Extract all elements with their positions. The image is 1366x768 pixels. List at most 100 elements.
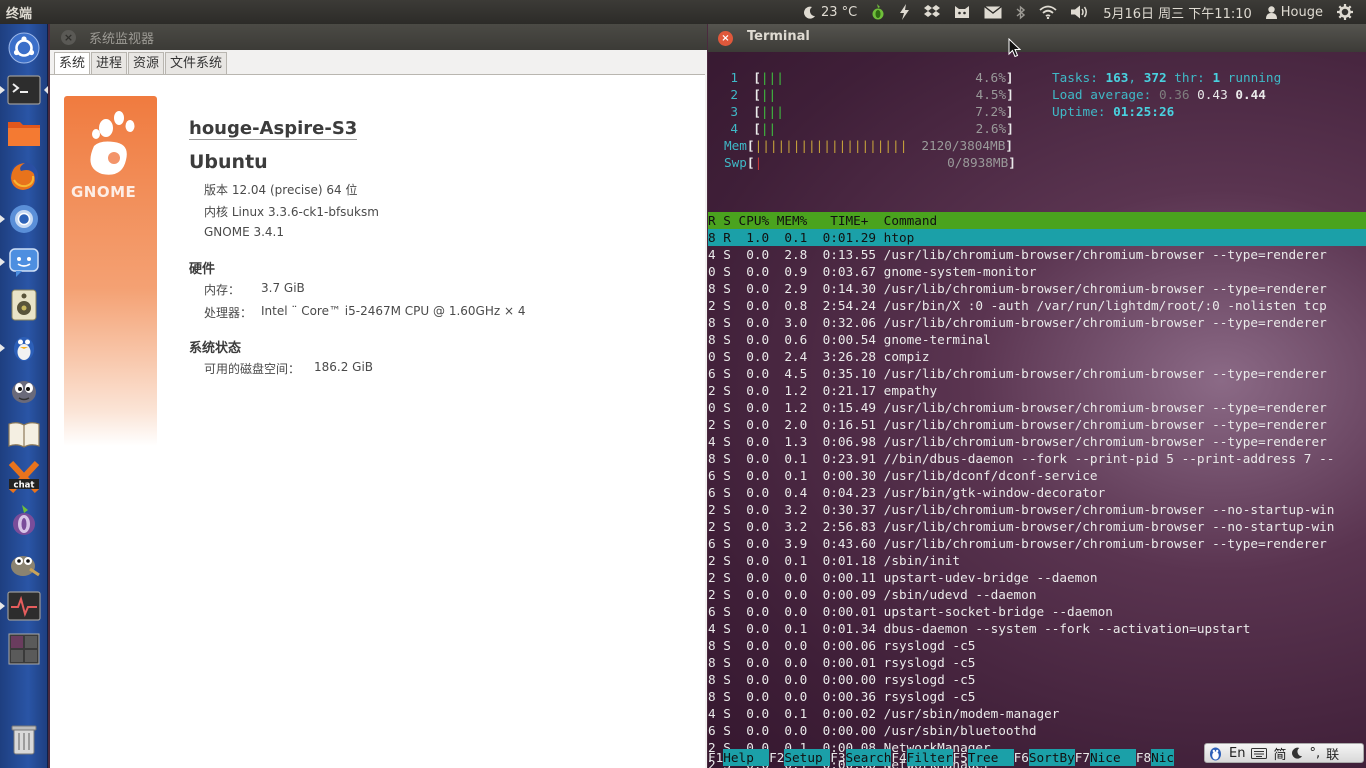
launcher-firefox[interactable] xyxy=(5,157,43,195)
launcher-pidgin[interactable] xyxy=(5,372,43,410)
cat-indicator[interactable] xyxy=(947,0,977,24)
launcher-rhythmbox[interactable] xyxy=(5,286,43,324)
launcher-system-monitor[interactable] xyxy=(5,587,43,625)
launcher-tor[interactable] xyxy=(5,501,43,539)
fkey-4[interactable]: F4 xyxy=(891,750,906,765)
ime-toolbar[interactable]: En 简 °, 联 xyxy=(1204,743,1364,763)
fkey-label[interactable]: Filter xyxy=(906,749,953,766)
table-row[interactable]: 6 S 0.0 4.5 0:35.10 /usr/lib/chromium-br… xyxy=(708,365,1366,382)
launcher-files[interactable] xyxy=(5,114,43,152)
launcher-terminal[interactable] xyxy=(5,71,43,109)
table-row[interactable]: 2 S 0.0 0.8 2:54.24 /usr/bin/X :0 -auth … xyxy=(708,297,1366,314)
weather-indicator[interactable]: 23 °C xyxy=(797,0,864,24)
ime-extra[interactable]: 联 xyxy=(1326,744,1339,763)
tab-resources[interactable]: 资源 xyxy=(128,52,165,74)
tab-processes[interactable]: 进程 xyxy=(91,52,128,74)
launcher-chromium[interactable] xyxy=(5,200,43,238)
launcher-trash[interactable] xyxy=(5,720,43,758)
dropbox-indicator[interactable] xyxy=(917,0,947,24)
table-row[interactable]: 8 S 0.0 0.0 0:00.06 rsyslogd -c5 xyxy=(708,637,1366,654)
gimp-icon xyxy=(11,556,40,577)
table-row[interactable]: 4 S 0.0 0.1 0:00.02 /usr/sbin/modem-mana… xyxy=(708,705,1366,722)
onion-icon xyxy=(872,4,884,20)
uptime-label: Uptime: xyxy=(1052,104,1114,119)
power-indicator[interactable] xyxy=(892,0,917,24)
fkey-3[interactable]: F3 xyxy=(830,750,845,765)
fkey-7[interactable]: F7 xyxy=(1075,750,1090,765)
sysmon-titlebar[interactable]: × 系统监视器 xyxy=(50,24,707,50)
mail-indicator[interactable] xyxy=(977,0,1009,24)
table-row[interactable]: 6 S 0.0 3.9 0:43.60 /usr/lib/chromium-br… xyxy=(708,535,1366,552)
table-row[interactable]: 2 S 0.0 3.2 0:30.37 /usr/lib/chromium-br… xyxy=(708,501,1366,518)
launcher-empathy[interactable] xyxy=(5,243,43,281)
fkey-label[interactable]: Search xyxy=(845,749,892,766)
sysmon-tabs: 系统 进程 资源 文件系统 xyxy=(54,52,228,74)
tab-filesystems[interactable]: 文件系统 xyxy=(165,52,228,74)
close-icon[interactable]: × xyxy=(718,31,733,46)
fkey-2[interactable]: F2 xyxy=(769,750,784,765)
table-row[interactable]: 8 S 0.0 0.0 0:00.01 rsyslogd -c5 xyxy=(708,654,1366,671)
indicator-area: 23 °C 5月16日 周三 下午11:10 Houge xyxy=(797,0,1360,24)
fkey-label[interactable]: SortBy xyxy=(1028,749,1075,766)
table-row[interactable]: 0 S 0.0 1.2 0:15.49 /usr/lib/chromium-br… xyxy=(708,399,1366,416)
table-row[interactable]: 8 S 0.0 3.0 0:32.06 /usr/lib/chromium-br… xyxy=(708,314,1366,331)
launcher-qq[interactable] xyxy=(5,329,43,367)
ime-language[interactable]: En xyxy=(1229,746,1245,761)
htop-view[interactable]: 1 [||| 4.6%] 2 [|| 4.5%] 3 [||| 7.2%] 4 [||… xyxy=(708,52,1366,768)
fkey-8[interactable]: F8 xyxy=(1136,750,1151,765)
fkey-label[interactable]: Setup xyxy=(784,749,831,766)
app-title[interactable]: 终端 xyxy=(6,3,32,22)
clock-indicator[interactable]: 5月16日 周三 下午11:10 xyxy=(1096,0,1259,24)
process-table-header[interactable]: R S CPU% MEM% TIME+ Command xyxy=(708,212,1366,229)
table-row[interactable]: 2 S 0.0 0.1 0:01.18 /sbin/init xyxy=(708,552,1366,569)
fkey-5[interactable]: F5 xyxy=(953,750,968,765)
table-row[interactable]: 0 S 0.0 0.9 0:03.67 gnome-system-monitor xyxy=(708,263,1366,280)
terminal-titlebar[interactable]: × Terminal xyxy=(708,24,1366,52)
hostname[interactable]: houge-Aspire-S3 xyxy=(189,118,358,140)
launcher-dictionary[interactable] xyxy=(5,415,43,453)
pidgin-icon xyxy=(12,381,36,403)
table-row[interactable]: 0 S 0.0 2.4 3:26.28 compiz xyxy=(708,348,1366,365)
ime-punctuation[interactable]: °, xyxy=(1309,746,1320,761)
table-row[interactable]: 8 S 0.0 0.0 0:00.36 rsyslogd -c5 xyxy=(708,688,1366,705)
fkey-1[interactable]: F1 xyxy=(708,750,723,765)
table-row[interactable]: 2 S 0.0 0.0 0:00.09 /sbin/udevd --daemon xyxy=(708,586,1366,603)
table-row[interactable]: 2 S 0.0 0.0 0:00.11 upstart-udev-bridge … xyxy=(708,569,1366,586)
user-indicator[interactable]: Houge xyxy=(1259,0,1330,24)
table-row[interactable]: 6 S 0.0 0.4 0:04.23 /usr/bin/gtk-window-… xyxy=(708,484,1366,501)
moon-icon xyxy=(803,6,815,19)
fkey-6[interactable]: F6 xyxy=(1014,750,1029,765)
launcher-dash-home[interactable] xyxy=(5,29,43,67)
table-row[interactable]: 6 S 0.0 0.0 0:00.01 upstart-socket-bridg… xyxy=(708,603,1366,620)
launcher-xchat[interactable]: chat xyxy=(5,458,43,496)
table-row[interactable]: 2 S 0.0 2.0 0:16.51 /usr/lib/chromium-br… xyxy=(708,416,1366,433)
table-row[interactable]: 8 S 0.0 0.6 0:00.54 gnome-terminal xyxy=(708,331,1366,348)
ime-chinese-mode[interactable]: 简 xyxy=(1273,744,1286,763)
table-row[interactable]: 4 S 0.0 0.1 0:01.34 dbus-daemon --system… xyxy=(708,620,1366,637)
fkey-label[interactable]: Nice xyxy=(1090,749,1136,766)
table-row[interactable]: 4 S 0.0 1.3 0:06.98 /usr/lib/chromium-br… xyxy=(708,433,1366,450)
launcher-workspace-switcher[interactable] xyxy=(5,630,43,668)
table-row[interactable]: 4 S 0.0 2.8 0:13.55 /usr/lib/chromium-br… xyxy=(708,246,1366,263)
fkey-label[interactable]: Nic xyxy=(1151,749,1175,766)
table-row[interactable]: 8 S 0.0 2.9 0:14.30 /usr/lib/chromium-br… xyxy=(708,280,1366,297)
table-row[interactable]: 2 S 0.0 1.2 0:21.17 empathy xyxy=(708,382,1366,399)
sound-indicator[interactable] xyxy=(1064,0,1096,24)
table-row[interactable]: 6 S 0.0 0.1 0:00.30 /usr/lib/dconf/dconf… xyxy=(708,467,1366,484)
table-row[interactable]: 6 S 0.0 0.0 0:00.00 /usr/sbin/bluetoothd xyxy=(708,722,1366,739)
launcher-gimp[interactable] xyxy=(5,544,43,582)
table-row[interactable]: 8 R 1.0 0.1 0:01.29 htop xyxy=(708,229,1366,246)
cpu-percent: 4.6% xyxy=(975,70,1006,85)
fkey-label[interactable]: Help xyxy=(723,749,770,766)
tab-system[interactable]: 系统 xyxy=(54,52,91,74)
close-icon[interactable]: × xyxy=(61,30,76,45)
fkey-label[interactable]: Tree xyxy=(967,749,1014,766)
table-row[interactable]: 8 S 0.0 0.0 0:00.00 rsyslogd -c5 xyxy=(708,671,1366,688)
table-row[interactable]: 8 S 0.0 0.1 0:23.91 //bin/dbus-daemon --… xyxy=(708,450,1366,467)
tor-indicator[interactable] xyxy=(864,0,892,24)
table-row[interactable]: 2 S 0.0 3.2 2:56.83 /usr/lib/chromium-br… xyxy=(708,518,1366,535)
session-indicator[interactable] xyxy=(1330,0,1360,24)
network-indicator[interactable] xyxy=(1032,0,1064,24)
bluetooth-indicator[interactable] xyxy=(1009,0,1032,24)
disk-value: 186.2 GiB xyxy=(314,360,374,374)
